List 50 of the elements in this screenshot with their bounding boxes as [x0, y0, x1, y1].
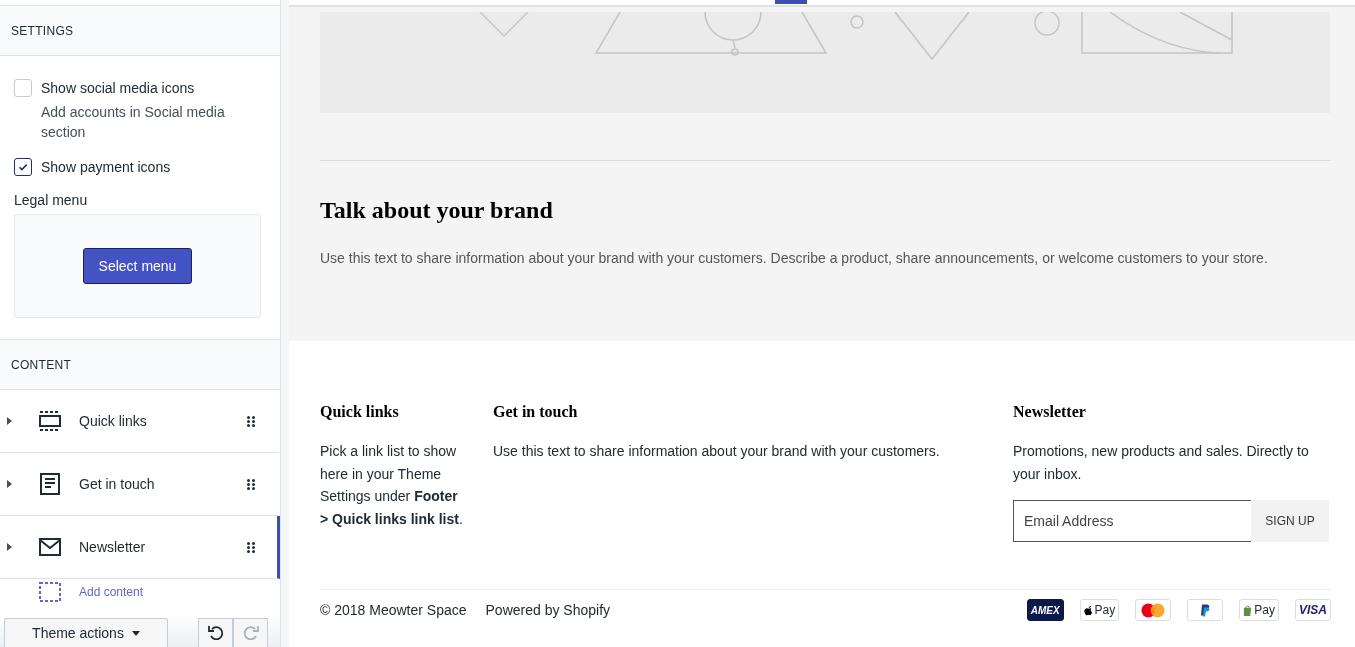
sign-up-button[interactable]: SIGN UP — [1251, 500, 1329, 542]
redo-icon — [241, 624, 260, 642]
section-heading: Talk about your brand — [320, 197, 554, 224]
select-menu-button[interactable]: Select menu — [82, 248, 193, 284]
section-title: CONTENT — [11, 357, 72, 372]
column-heading: Newsletter — [1013, 403, 1087, 421]
expand-icon[interactable] — [7, 543, 12, 551]
copyright-text: © 2018 Meowter Space — [320, 602, 467, 618]
card-logo-icon: AMEX — [1026, 599, 1064, 621]
document-icon — [39, 473, 61, 495]
add-content-item[interactable]: Add content — [0, 579, 280, 605]
checkmark-icon — [17, 161, 29, 173]
wallet-logo-icon: Pay — [1079, 599, 1120, 621]
card-logo-icon: VISA — [1295, 599, 1331, 621]
p-logo-icon — [1187, 599, 1224, 621]
checkbox[interactable] — [14, 158, 32, 176]
dashed-square-icon — [39, 582, 61, 602]
block-label: Get in touch — [79, 476, 156, 492]
content-block-item[interactable]: Get in touch — [0, 453, 280, 516]
envelope-icon — [39, 538, 61, 556]
checkbox-label: Show payment icons — [41, 158, 171, 177]
column-heading: Quick links — [320, 403, 400, 421]
drag-handle-icon[interactable] — [247, 541, 255, 553]
column-text: Pick a link list to show here in your Theme Settings under Footer > Quick links link list. — [320, 442, 464, 529]
block-label: Quick links — [79, 413, 148, 429]
content-block-item[interactable]: Quick links — [0, 390, 280, 453]
email-field[interactable]: Email Address — [1013, 500, 1251, 542]
field-label: Legal menu — [14, 192, 89, 208]
drag-handle-icon[interactable] — [247, 415, 255, 427]
body-text: Use this text to share information about your brand with your customers. Describe a product, share announcements, or welcome customers to your store. — [320, 250, 1269, 266]
content-block-item[interactable]: Newsletter — [0, 516, 280, 579]
column-text: Use this text to share information about your brand with your customers. — [493, 442, 941, 461]
theme-actions-button[interactable]: Theme actions — [4, 618, 168, 647]
powered-by-link[interactable]: Powered by Shopify — [485, 602, 611, 618]
column-heading: Get in touch — [493, 403, 579, 421]
undo-icon — [206, 624, 225, 642]
checkbox-label: Show social media icons — [41, 79, 196, 98]
section-title: SETTINGS — [11, 23, 74, 38]
undo-button[interactable] — [198, 618, 233, 647]
drag-handle-icon[interactable] — [247, 478, 255, 490]
block-label: Newsletter — [79, 539, 147, 555]
column-text: Promotions, new products and sales. Directly to your inbox. — [1013, 442, 1310, 484]
dashed-rectangle-icon — [39, 411, 61, 431]
help-text: Add accounts in Social media section — [41, 103, 226, 142]
expand-icon[interactable] — [7, 417, 12, 425]
caret-icon — [131, 630, 140, 636]
bag-logo-icon: Pay — [1239, 599, 1279, 621]
expand-icon[interactable] — [7, 480, 12, 488]
active-indicator — [775, 0, 807, 4]
overlapping-circles-icon — [1135, 599, 1172, 621]
